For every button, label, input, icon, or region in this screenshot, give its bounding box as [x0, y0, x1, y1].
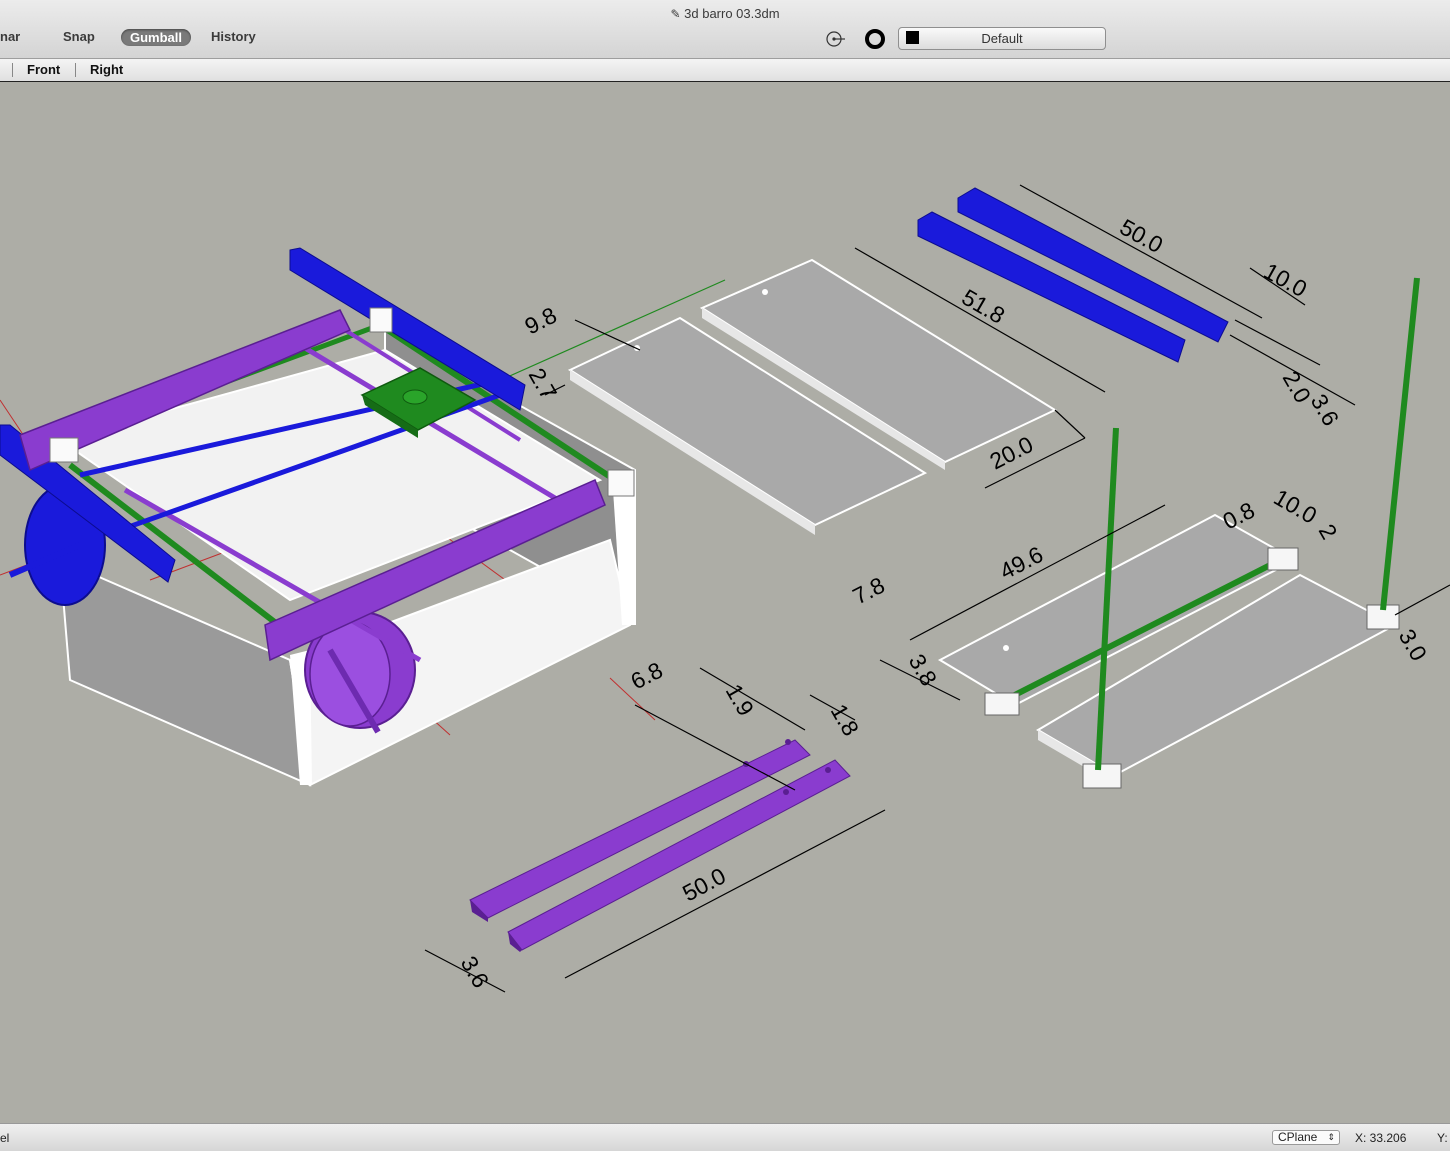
x-coordinate: X: 33.206: [1355, 1131, 1407, 1145]
y-coordinate-label: Y:: [1437, 1131, 1448, 1145]
window-title: ✎ 3d barro 03.3dm: [0, 6, 1450, 21]
chevron-updown-icon: ⇕: [1327, 1132, 1335, 1142]
gumball-toggle[interactable]: Gumball: [121, 29, 192, 46]
cplane-label: CPlane: [1278, 1130, 1318, 1144]
status-text: el: [0, 1131, 10, 1145]
history-toggle[interactable]: History: [211, 29, 256, 44]
layer-dropdown[interactable]: Default: [898, 27, 1106, 50]
cplane-dropdown[interactable]: CPlane ⇕: [1272, 1130, 1340, 1145]
tab-front[interactable]: Front: [27, 62, 60, 77]
layer-name: Default: [981, 31, 1023, 46]
title-bar: ✎ 3d barro 03.3dm nar Snap Gumball Histo…: [0, 0, 1450, 59]
window-title-text: 3d barro 03.3dm: [684, 6, 780, 21]
perspective-viewport[interactable]: 50.0 10.0 2.0 3.6 51.8 20.0 9.8 2.7 10.0…: [0, 82, 1450, 1123]
snap-toggle[interactable]: Snap: [63, 29, 95, 44]
tab-separator: [75, 63, 76, 77]
material-icon[interactable]: [864, 28, 886, 50]
status-bar: el CPlane ⇕ X: 33.206 Y:: [0, 1123, 1450, 1151]
document-icon: ✎: [670, 7, 681, 21]
planar-toggle[interactable]: nar: [0, 29, 20, 44]
layer-visibility-icon[interactable]: [824, 29, 846, 49]
tab-right[interactable]: Right: [90, 62, 123, 77]
tab-separator: [12, 63, 13, 77]
viewport-tabs: Front Right: [0, 59, 1450, 82]
